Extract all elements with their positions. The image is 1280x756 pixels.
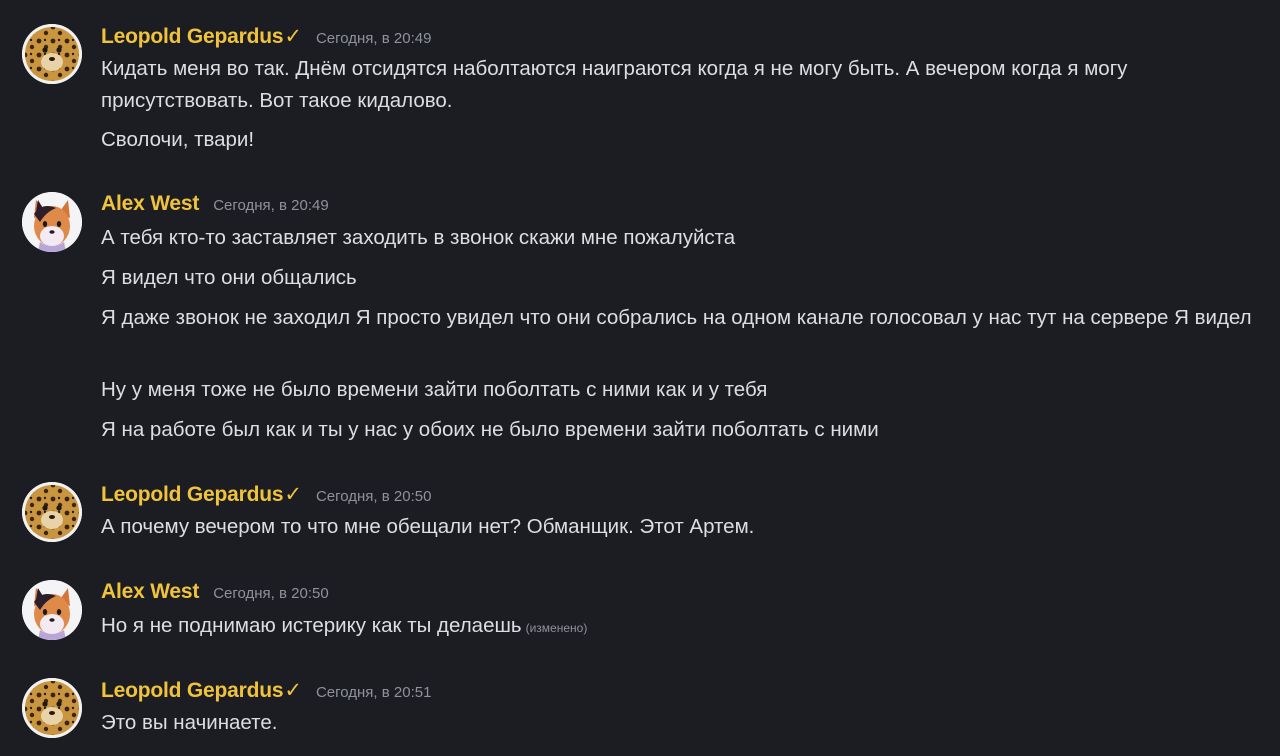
message-header: Leopold Gepardus ✓ Сегодня, в 20:50 xyxy=(101,482,431,510)
timestamp: Сегодня, в 20:50 xyxy=(315,488,432,505)
message-text: А тебя кто-то заставляет заходить в звон… xyxy=(101,226,736,249)
username[interactable]: Alex West xyxy=(101,580,199,604)
message-text: Я даже звонок не заходил Я просто увидел… xyxy=(101,306,1252,329)
timestamp: Сегодня, в 20:51 xyxy=(315,684,432,701)
message-header: Alex West Сегодня, в 20:50 xyxy=(101,580,329,608)
message-text: Я на работе был как и ты у нас у обоих н… xyxy=(101,418,879,441)
username[interactable]: Alex West xyxy=(101,192,199,216)
leopard-avatar-icon xyxy=(22,482,82,542)
verified-checkmark-icon: ✓ xyxy=(284,679,302,702)
message-text: Это вы начинаете. xyxy=(101,711,278,734)
fox-avatar-icon xyxy=(22,580,82,640)
avatar[interactable] xyxy=(22,24,82,84)
leopard-avatar-icon xyxy=(22,24,82,84)
message-text: Сволочи, твари! xyxy=(101,128,255,151)
message-text: Я видел что они общались xyxy=(101,266,357,289)
timestamp: Сегодня, в 20:49 xyxy=(213,197,329,214)
message-header: Leopold Gepardus ✓ Сегодня, в 20:51 xyxy=(101,678,431,706)
message-text: А почему вечером то что мне обещали нет?… xyxy=(101,515,755,538)
verified-checkmark-icon: ✓ xyxy=(284,483,302,506)
message-text: Ну у меня тоже не было времени зайти поб… xyxy=(101,378,768,401)
message-text: Кидать меня во так. Днём отсидятся набол… xyxy=(101,57,1128,112)
edited-marker: (изменено) xyxy=(525,621,588,635)
avatar[interactable] xyxy=(22,192,82,252)
message-body: Но я не поднимаю истерику как ты делаешь xyxy=(101,614,522,637)
avatar[interactable] xyxy=(22,678,82,738)
avatar[interactable] xyxy=(22,482,82,542)
message-header: Leopold Gepardus ✓ Сегодня, в 20:49 xyxy=(101,24,431,52)
timestamp: Сегодня, в 20:49 xyxy=(315,30,432,47)
username[interactable]: Leopold Gepardus xyxy=(101,25,284,49)
fox-avatar-icon xyxy=(22,192,82,252)
avatar[interactable] xyxy=(22,580,82,640)
message-text: Но я не поднимаю истерику как ты делаешь… xyxy=(101,610,1261,644)
username[interactable]: Leopold Gepardus xyxy=(101,679,284,703)
timestamp: Сегодня, в 20:50 xyxy=(213,585,329,602)
username[interactable]: Leopold Gepardus xyxy=(101,483,284,507)
chat-messages: Leopold Gepardus ✓ Сегодня, в 20:49 Кидат… xyxy=(0,0,1280,756)
verified-checkmark-icon: ✓ xyxy=(284,25,302,48)
message-header: Alex West Сегодня, в 20:49 xyxy=(101,192,329,220)
leopard-avatar-icon xyxy=(22,678,82,738)
